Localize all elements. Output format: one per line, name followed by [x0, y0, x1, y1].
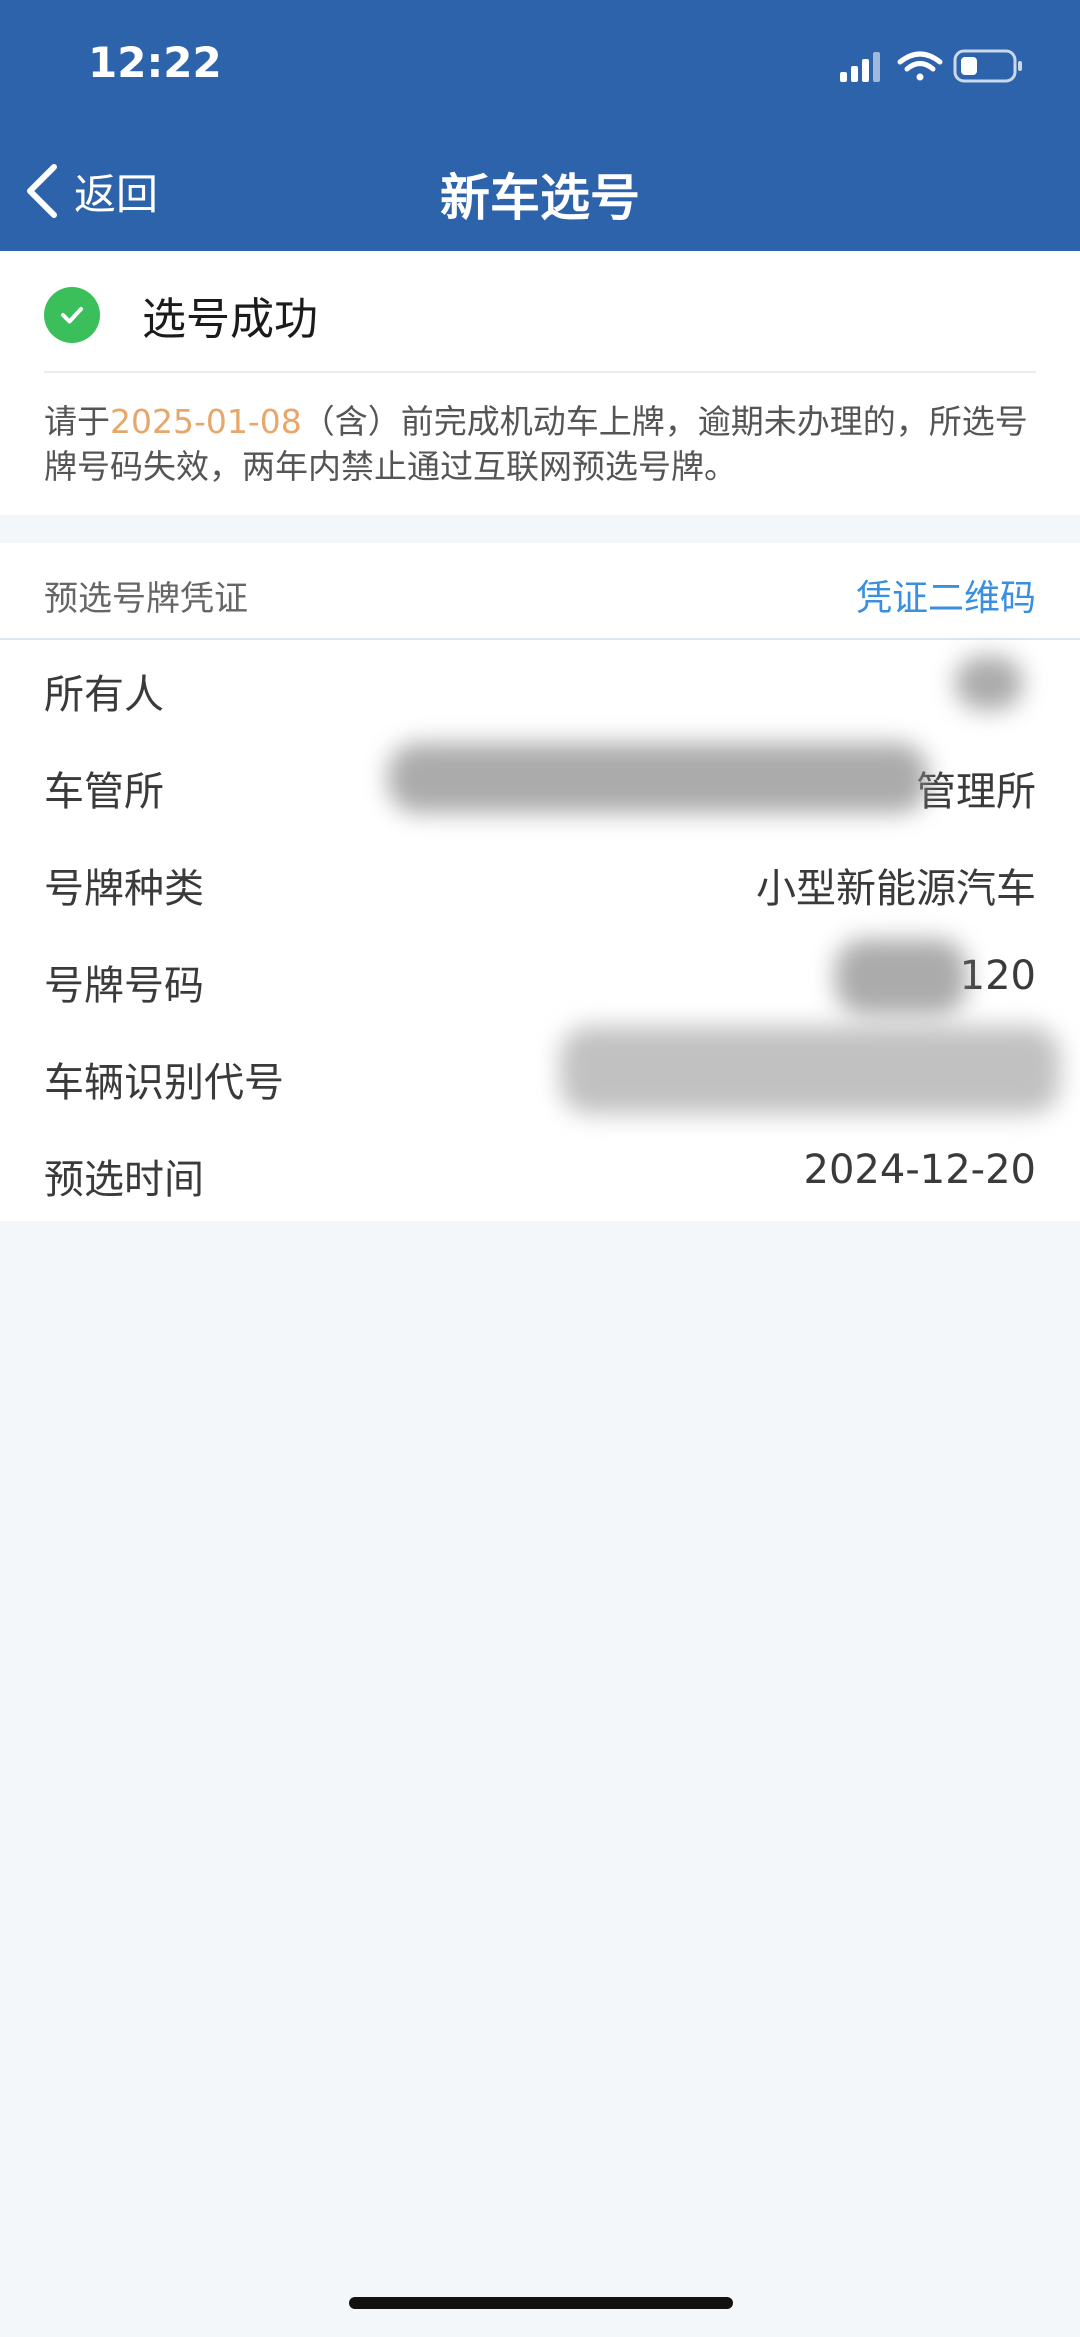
row-value: 管理所 [916, 769, 1036, 815]
voucher-title: 预选号牌凭证 [44, 579, 248, 619]
row-value: 120 [959, 953, 1036, 999]
signal-icon [840, 52, 880, 82]
deadline-notice: 请于2025-01-08（含）前完成机动车上牌，逾期未办理的，所选号牌号码失效，… [44, 399, 1040, 489]
row-plate-type: 号牌种类 小型新能源汽车 [0, 834, 1080, 931]
voucher-card: 预选号牌凭证 凭证二维码 所有人 车管所 管理所 号牌种类 小型新能源汽车 号牌… [0, 543, 1080, 1221]
redaction [388, 743, 928, 813]
voucher-header: 预选号牌凭证 凭证二维码 [0, 543, 1080, 640]
row-vehicle-office: 车管所 管理所 [0, 737, 1080, 834]
row-label: 车辆识别代号 [44, 1060, 284, 1106]
divider [44, 371, 1036, 373]
redaction [560, 1026, 1060, 1114]
row-label: 号牌种类 [44, 866, 204, 912]
row-label: 所有人 [44, 672, 164, 718]
row-owner: 所有人 [0, 640, 1080, 737]
row-value: 小型新能源汽车 [756, 866, 1036, 912]
status-time: 12:22 [88, 38, 222, 87]
success-row: 选号成功 [44, 287, 318, 345]
redaction [955, 656, 1023, 710]
row-selection-time: 预选时间 2024-12-20 [0, 1125, 1080, 1222]
home-indicator[interactable] [349, 2297, 733, 2309]
battery-icon [953, 49, 1022, 83]
redaction [835, 939, 967, 1015]
wifi-icon [897, 51, 943, 81]
status-icons [840, 48, 1030, 84]
success-check-icon [44, 287, 100, 343]
success-title: 选号成功 [142, 294, 318, 345]
row-vin: 车辆识别代号 [0, 1026, 1080, 1125]
row-label: 预选时间 [44, 1157, 204, 1203]
nav-header: 12:22 返回 新车选号 [0, 0, 1080, 251]
deadline-date: 2025-01-08 [110, 402, 302, 441]
row-label: 车管所 [44, 769, 164, 815]
row-label: 号牌号码 [44, 963, 204, 1009]
row-value: 2024-12-20 [803, 1147, 1036, 1193]
voucher-rows: 所有人 车管所 管理所 号牌种类 小型新能源汽车 号牌号码 120 车辆识别代号… [0, 640, 1080, 1222]
qr-code-link[interactable]: 凭证二维码 [856, 569, 1036, 621]
notice-prefix: 请于 [44, 402, 110, 441]
result-section: 选号成功 请于2025-01-08（含）前完成机动车上牌，逾期未办理的，所选号牌… [0, 251, 1080, 515]
page-title: 新车选号 [440, 169, 640, 227]
row-plate-number: 号牌号码 120 [0, 931, 1080, 1028]
